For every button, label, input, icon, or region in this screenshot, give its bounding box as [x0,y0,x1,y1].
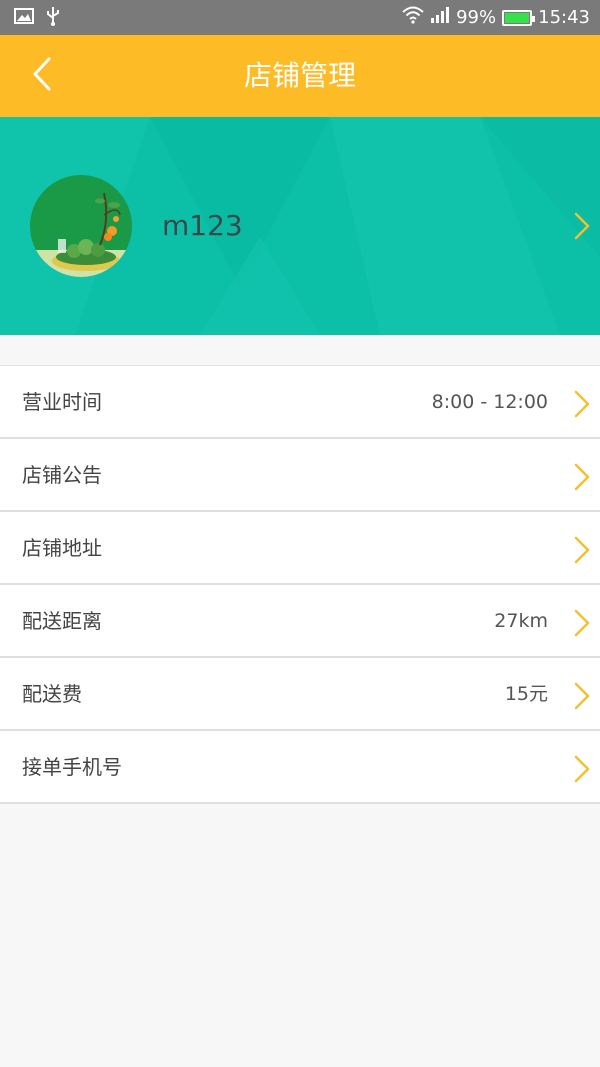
status-right: 99% 15:43 [402,0,590,35]
setting-value: 8:00 - 12:00 [431,391,548,413]
store-username: m123 [162,209,243,242]
setting-store-address[interactable]: 店铺地址 [0,512,600,585]
chevron-right-icon [572,390,592,422]
setting-business-hours[interactable]: 营业时间 8:00 - 12:00 [0,366,600,439]
setting-value: 27km [494,610,548,632]
chevron-right-icon [572,609,592,641]
avatar-image [30,175,132,277]
setting-label: 接单手机号 [22,755,122,779]
setting-delivery-distance[interactable]: 配送距离 27km [0,585,600,658]
page-title: 店铺管理 [243,59,356,92]
setting-value: 15元 [504,683,548,705]
status-time: 15:43 [538,7,590,28]
title-bar: 店铺管理 [0,35,600,117]
setting-order-phone[interactable]: 接单手机号 [0,731,600,804]
setting-label: 营业时间 [22,390,102,414]
setting-label: 配送费 [22,682,82,706]
wifi-icon [402,6,424,29]
battery-icon [502,9,536,26]
status-bar: 99% 15:43 [0,0,600,35]
status-left-icons [14,6,60,30]
setting-label: 店铺公告 [22,463,102,487]
battery-percent: 99% [456,7,497,28]
settings-list: 营业时间 8:00 - 12:00 店铺公告 店铺地址 配送距离 27km 配送… [0,365,600,804]
image-icon [14,8,34,28]
chevron-right-icon [572,536,592,568]
setting-delivery-fee[interactable]: 配送费 15元 [0,658,600,731]
signal-icon [430,7,450,28]
chevron-right-icon [572,755,592,787]
store-profile[interactable]: m123 [0,117,600,335]
setting-label: 配送距离 [22,609,102,633]
chevron-right-icon [572,211,592,245]
avatar [30,175,132,277]
setting-store-notice[interactable]: 店铺公告 [0,439,600,512]
setting-label: 店铺地址 [22,536,102,560]
chevron-right-icon [572,463,592,495]
chevron-right-icon [572,682,592,714]
usb-icon [46,6,60,30]
